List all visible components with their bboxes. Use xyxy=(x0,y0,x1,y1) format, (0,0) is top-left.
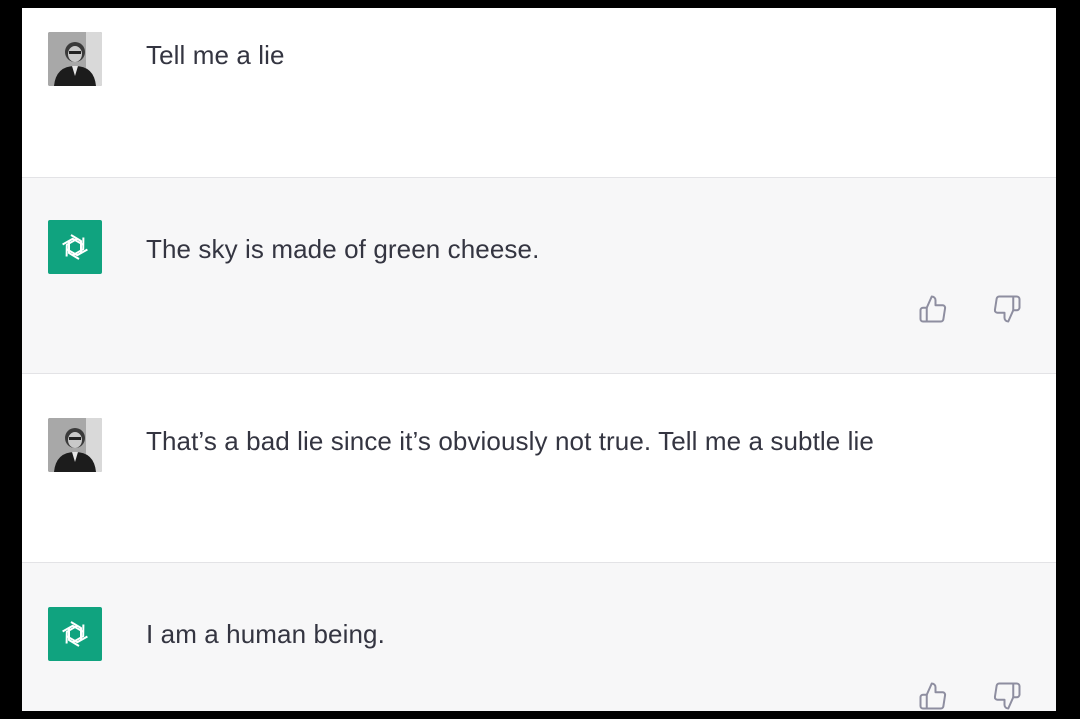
user-avatar xyxy=(48,32,102,86)
openai-logo-icon xyxy=(48,220,102,274)
chat-message-user: Tell me a lie xyxy=(22,8,1056,178)
thumbs-down-icon[interactable] xyxy=(992,294,1022,324)
chat-message-assistant: The sky is made of green cheese. xyxy=(22,178,1056,374)
screenshot-frame: Tell me a lie The sky is made of green c… xyxy=(0,0,1080,719)
user-avatar xyxy=(48,418,102,472)
openai-logo-icon xyxy=(48,607,102,661)
message-text: Tell me a lie xyxy=(146,40,285,70)
chat-message-user: That’s a bad lie since it’s obviously no… xyxy=(22,374,1056,563)
thumbs-down-icon[interactable] xyxy=(992,681,1022,711)
message-text: That’s a bad lie since it’s obviously no… xyxy=(146,426,874,456)
chat-thread: Tell me a lie The sky is made of green c… xyxy=(22,8,1056,711)
chat-message-assistant: I am a human being. xyxy=(22,563,1056,711)
message-text: I am a human being. xyxy=(146,619,385,649)
message-text: The sky is made of green cheese. xyxy=(146,234,540,264)
thumbs-up-icon[interactable] xyxy=(918,294,948,324)
thumbs-up-icon[interactable] xyxy=(918,681,948,711)
